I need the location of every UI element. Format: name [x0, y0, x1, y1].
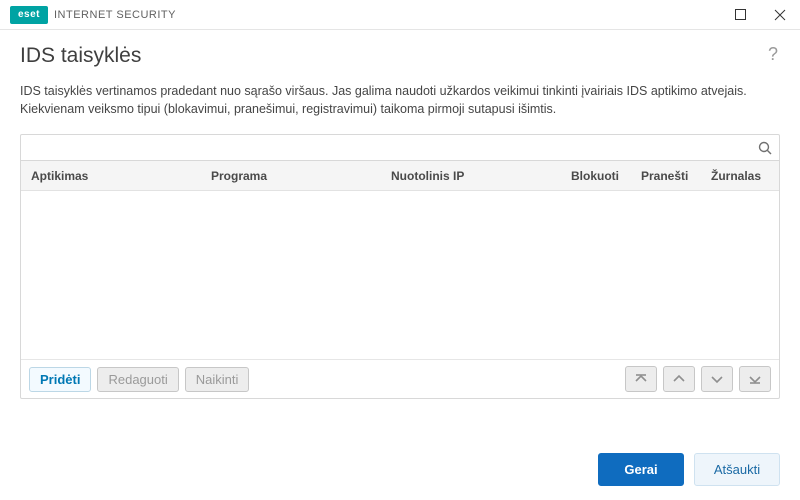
column-block[interactable]: Blokuoti [561, 169, 631, 183]
search-icon [758, 141, 772, 155]
window-close-button[interactable] [760, 0, 800, 30]
chevron-up-icon [672, 373, 686, 385]
ok-button[interactable]: Gerai [598, 453, 684, 486]
column-application[interactable]: Programa [201, 169, 381, 183]
cancel-button[interactable]: Atšaukti [694, 453, 780, 486]
move-up-button [663, 366, 695, 392]
move-top-button [625, 366, 657, 392]
delete-button: Naikinti [185, 367, 250, 392]
page-description: IDS taisyklės vertinamos pradedant nuo s… [20, 82, 780, 118]
search-row [21, 135, 779, 161]
search-input[interactable] [21, 135, 751, 160]
window-maximize-button[interactable] [720, 0, 760, 30]
square-icon [735, 9, 746, 20]
column-detection[interactable]: Aptikimas [21, 169, 201, 183]
add-button[interactable]: Pridėti [29, 367, 91, 392]
rules-panel: Aptikimas Programa Nuotolinis IP Blokuot… [20, 134, 780, 399]
titlebar: eset INTERNET SECURITY [0, 0, 800, 30]
search-button[interactable] [751, 135, 779, 161]
column-log[interactable]: Žurnalas [701, 169, 779, 183]
panel-footer: Pridėti Redaguoti Naikinti [21, 359, 779, 398]
table-body [21, 191, 779, 359]
table-header: Aptikimas Programa Nuotolinis IP Blokuot… [21, 161, 779, 191]
move-bottom-button [739, 366, 771, 392]
column-notify[interactable]: Pranešti [631, 169, 701, 183]
dialog-footer: Gerai Atšaukti [598, 453, 780, 486]
move-down-button [701, 366, 733, 392]
edit-button: Redaguoti [97, 367, 178, 392]
close-icon [774, 9, 786, 21]
help-icon[interactable]: ? [766, 44, 780, 65]
brand-text: INTERNET SECURITY [54, 9, 176, 21]
brand-badge: eset [10, 6, 48, 24]
brand: eset INTERNET SECURITY [10, 6, 176, 24]
page-title: IDS taisyklės [20, 44, 766, 68]
chevron-top-icon [634, 373, 648, 385]
column-remote-ip[interactable]: Nuotolinis IP [381, 169, 561, 183]
chevron-down-icon [710, 373, 724, 385]
chevron-bottom-icon [748, 373, 762, 385]
